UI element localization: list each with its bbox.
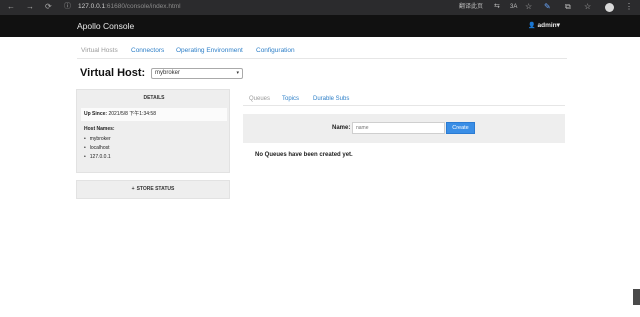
profile-avatar[interactable] (605, 3, 614, 12)
tab-connectors[interactable]: Connectors (131, 46, 164, 55)
store-status-toggle[interactable]: + STORE STATUS (76, 180, 230, 199)
back-arrow-icon[interactable]: ← (7, 2, 15, 12)
translate-page-text[interactable]: 翻译此页 (459, 2, 483, 12)
url-host: 127.0.0.1 (78, 3, 106, 10)
forward-arrow-icon[interactable]: → (26, 2, 34, 12)
tab-configuration[interactable]: Configuration (256, 46, 295, 55)
details-panel: DETAILS Up Since: 2021/5/8 下午1:34:58 Hos… (76, 89, 230, 173)
tab-topics[interactable]: Topics (282, 95, 299, 103)
tab-virtual-hosts[interactable]: Virtual Hosts (81, 46, 118, 55)
extension-icon[interactable]: ✎ (544, 2, 551, 12)
browser-menu-icon[interactable]: ⋮ (625, 2, 633, 11)
virtual-host-select[interactable]: mybroker ▾ (151, 68, 243, 79)
user-name: admin (537, 22, 557, 29)
reload-icon[interactable]: ⟳ (45, 2, 52, 12)
subtabs-divider (243, 105, 565, 106)
collections-icon[interactable]: ⧉ (565, 2, 571, 12)
host-names-label: Host Names: (84, 126, 115, 132)
address-bar[interactable]: 127.0.0.1:61680/console/index.html (78, 2, 181, 12)
chevron-down-icon: ▾ (556, 22, 560, 29)
name-label: Name: (332, 125, 351, 131)
tabs-divider (77, 58, 567, 59)
store-status-label: STORE STATUS (136, 186, 175, 192)
up-since-value: 2021/5/8 下午1:34:58 (108, 111, 156, 117)
host-name-item: mybroker (84, 135, 111, 144)
user-icon: 👤 (528, 23, 536, 29)
host-names-list: mybroker localhost 127.0.0.1 (84, 135, 111, 162)
create-button[interactable]: Create (446, 122, 475, 134)
side-panel-handle[interactable] (633, 289, 640, 305)
virtual-host-selected: mybroker (155, 70, 181, 76)
chevron-down-icon: ▾ (236, 70, 239, 76)
share-icon[interactable]: ⇆ (494, 2, 500, 12)
virtual-host-label: Virtual Host: (80, 67, 146, 79)
tab-operating-environment[interactable]: Operating Environment (176, 46, 243, 55)
plus-icon: + (131, 186, 135, 192)
tab-queues[interactable]: Queues (249, 95, 270, 103)
app-navbar: Apollo Console 👤 admin▾ (0, 15, 640, 37)
reader-mode-text[interactable]: 3A (510, 2, 517, 12)
favorites-icon[interactable]: ☆ (584, 2, 591, 12)
tab-durable-subs[interactable]: Durable Subs (313, 95, 349, 103)
site-info-icon[interactable]: ⓘ (64, 2, 71, 12)
empty-queues-message: No Queues have been created yet. (255, 152, 353, 158)
browser-toolbar: ← → ⟳ ⓘ 127.0.0.1:61680/console/index.ht… (0, 0, 640, 15)
favorite-star-icon[interactable]: ☆ (525, 2, 532, 12)
host-name-item: localhost (84, 144, 111, 153)
up-since-label: Up Since: (84, 111, 108, 117)
user-menu[interactable]: 👤 admin▾ (528, 21, 560, 31)
queue-name-input[interactable] (352, 122, 445, 134)
details-header: DETAILS (143, 95, 165, 101)
host-name-item: 127.0.0.1 (84, 153, 111, 162)
up-since-row: Up Since: 2021/5/8 下午1:34:58 (81, 108, 227, 121)
url-path: :61680/console/index.html (105, 3, 181, 10)
brand-title[interactable]: Apollo Console (77, 21, 134, 31)
